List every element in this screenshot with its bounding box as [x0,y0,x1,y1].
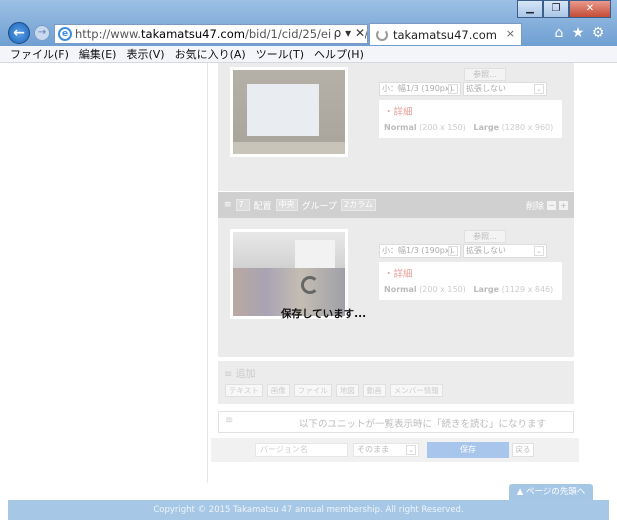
menu-view[interactable]: 表示(V) [126,46,164,62]
browser-titlebar: ▁ ❐ ✕ ← → e http://www.takamatsu47.com/b… [0,0,617,46]
chevron-down-icon: ⌄ [448,84,458,94]
unit2-ref-button[interactable]: 参照... [464,230,506,243]
url-text: http://www.takamatsu47.com/bid/1/cid/25/… [75,27,368,41]
unit2-link-select[interactable]: 拡張しない ⌄ [463,244,547,258]
unit2-size-select[interactable]: 小：幅1/3 (190px) ⌄ [379,244,461,258]
chevron-down-icon: ⌄ [448,246,458,256]
add-member-info-button[interactable]: メンバー情報 [389,384,443,397]
unit1-ref-button[interactable]: 参照... [464,68,506,81]
column-divider [207,63,208,483]
menu-tools[interactable]: ツール(T) [256,46,304,62]
chevron-down-icon: ⌄ [534,246,544,256]
maximize-button[interactable]: ❐ [543,0,569,18]
unit2-type-select[interactable]: 7 [235,199,250,211]
tab-close-icon[interactable]: × [506,27,515,40]
unit2-align-select[interactable]: 中央 [275,199,298,211]
read-more-divider[interactable]: ≡ 以下のユニットが一覧表示時に「続きを読む」になります [218,411,574,433]
chevron-down-icon: ⌄ [406,445,416,455]
add-text-button[interactable]: テキスト [225,384,263,397]
add-file-button[interactable]: ファイル [293,384,332,397]
image-unit-1: 参照... 小：幅1/3 (190px) ⌄ 拡張しない ⌄ ・詳細 Normal … [218,63,574,191]
version-select[interactable]: そのまま ⌄ [353,443,419,457]
unit1-thumbnail [230,67,348,157]
unit2-detail-box: ・詳細 Normal (200 x 150) Large (1129 x 846… [379,262,562,300]
add-unit-buttons: テキスト 画像 ファイル 地図 動画 メンバー情報 [225,384,447,397]
drag-handle-icon[interactable]: ≡ [224,200,232,210]
menu-edit[interactable]: 編集(E) [79,46,117,62]
close-window-button[interactable]: ✕ [569,0,611,18]
add-image-button[interactable]: 画像 [266,384,290,397]
saving-status: 保存しています... [281,308,367,320]
unit2-group-label: グループ [301,201,338,212]
save-form: バージョン名 そのまま ⌄ 保存 戻る [211,438,579,462]
add-map-button[interactable]: 地図 [335,384,359,397]
unit2-header-actions: 削除 − + [526,199,568,212]
menu-help[interactable]: ヘルプ(H) [314,46,364,62]
add-video-button[interactable]: 動画 [362,384,386,397]
ie-logo-icon: e [58,27,72,41]
read-more-note: 以下のユニットが一覧表示時に「続きを読む」になります [299,419,547,430]
menu-favorites[interactable]: お気に入り(A) [175,46,246,62]
unit1-link-select[interactable]: 拡張しない ⌄ [463,82,547,96]
page-top-link[interactable]: ▲ ページの先頭へ [509,484,593,500]
unit2-detail-link[interactable]: ・詳細 [384,266,557,280]
back-button[interactable]: 戻る [512,443,534,457]
unit1-detail-link[interactable]: ・詳細 [384,104,557,118]
unit1-detail-box: ・詳細 Normal (200 x 150) Large (1280 x 960… [379,100,562,138]
menu-file[interactable]: ファイル(F) [10,46,69,62]
unit1-size-select[interactable]: 小：幅1/3 (190px) ⌄ [379,82,461,96]
image-unit-2: ≡ 7 配置 中央 グループ 2カラム 削除 − + 参照... 小：幅1/3 … [218,192,574,357]
unit2-header: ≡ 7 配置 中央 グループ 2カラム 削除 − + [218,192,574,218]
copyright-footer: Copyright © 2015 Takamatsu 47 annual mem… [8,500,609,520]
settings-gear-icon[interactable]: ⚙ [590,25,606,41]
save-button[interactable]: 保存 [427,442,509,458]
add-unit-title: ≡ 追加 [224,369,256,380]
home-icon[interactable]: ⌂ [551,25,567,41]
page-content: 参照... 小：幅1/3 (190px) ⌄ 拡張しない ⌄ ・詳細 Normal … [0,63,617,520]
unit2-group-select[interactable]: 2カラム [341,199,376,211]
window-controls: ▁ ❐ ✕ [517,0,611,18]
minus-icon[interactable]: − [547,201,556,210]
minimize-button[interactable]: ▁ [517,0,543,18]
unit1-sizes: Normal (200 x 150) Large (1280 x 960) [384,123,554,132]
tab-title: takamatsu47.com [393,27,497,42]
back-arrow-icon[interactable]: ← [8,22,30,44]
plus-icon[interactable]: + [559,201,568,210]
unit2-align-label: 配置 [253,201,272,212]
chevron-down-icon: ⌄ [534,84,544,94]
address-bar[interactable]: e http://www.takamatsu47.com/bid/1/cid/2… [54,24,368,44]
forward-arrow-icon[interactable]: → [34,25,50,41]
favorites-star-icon[interactable]: ★ [570,25,586,41]
version-name-input[interactable]: バージョン名 [255,443,348,457]
saving-spinner-icon [301,276,319,294]
unit2-sizes: Normal (200 x 150) Large (1129 x 846) [384,285,554,294]
drag-handle-icon[interactable]: ≡ [225,415,233,426]
unit2-delete-label[interactable]: 削除 [526,199,544,212]
address-controls[interactable]: ρ ▾ ✕ [330,26,365,40]
tab-takamatsu47[interactable]: takamatsu47.com × [369,23,522,45]
menu-bar: ファイル(F) 編集(E) 表示(V) お気に入り(A) ツール(T) ヘルプ(… [0,46,617,63]
add-unit-panel: ≡ 追加 テキスト 画像 ファイル 地図 動画 メンバー情報 [218,361,574,404]
loading-spinner-icon [376,28,388,41]
